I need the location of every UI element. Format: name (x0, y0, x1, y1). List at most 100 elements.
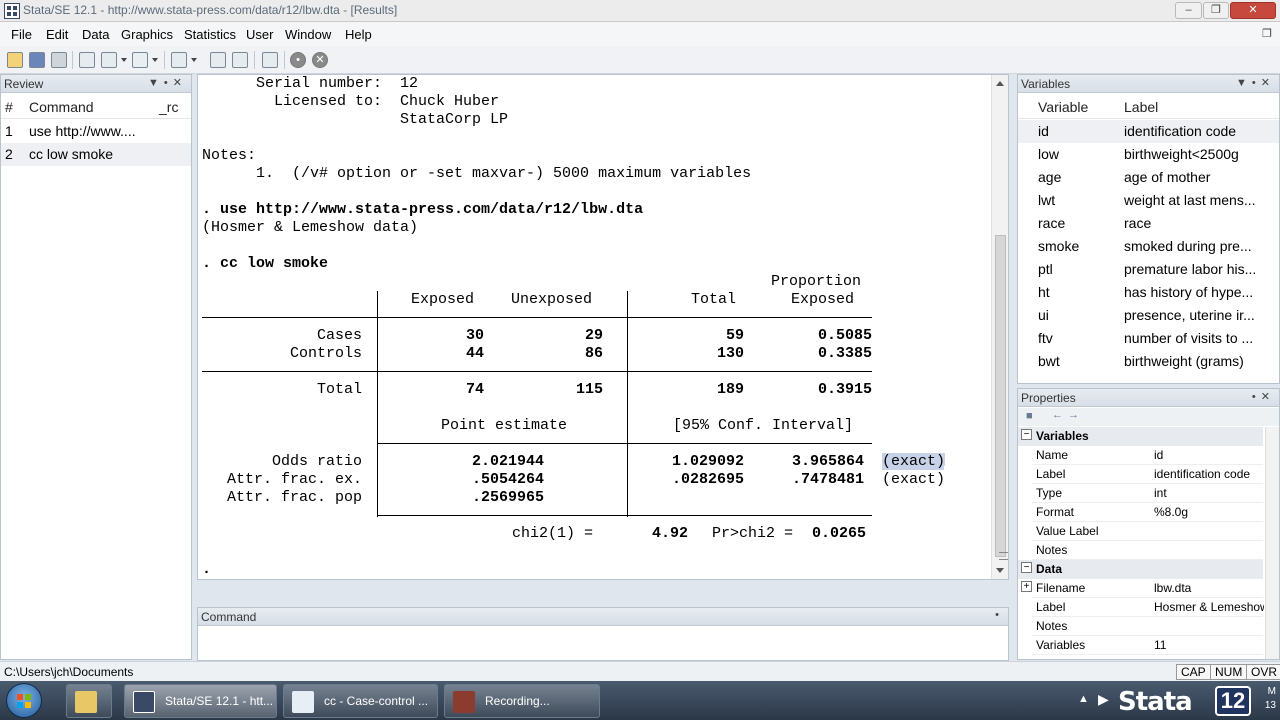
taskbar-item-stata[interactable]: Stata/SE 12.1 - htt... (124, 684, 277, 718)
menu-edit[interactable]: Edit (46, 27, 68, 42)
variable-row[interactable]: id identification code (1018, 120, 1279, 143)
forward-arrow-icon[interactable]: → (1068, 409, 1079, 421)
properties-group-data[interactable]: − Data (1018, 560, 1263, 579)
menu-graphics[interactable]: Graphics (121, 27, 173, 42)
panel-controls-icon[interactable]: ▼•✕ (148, 76, 187, 89)
variable-row[interactable]: smoke smoked during pre... (1018, 235, 1279, 258)
variable-row[interactable]: ui presence, uterine ir... (1018, 304, 1279, 327)
property-key: Name (1036, 448, 1069, 462)
property-key: Label (1036, 600, 1066, 614)
cursor-icon (944, 466, 952, 480)
clock[interactable]: M 13 (1240, 685, 1276, 713)
column-header-command[interactable]: Command (29, 99, 94, 115)
menu-user[interactable]: User (246, 27, 273, 42)
pin-icon[interactable]: • (995, 609, 1004, 621)
property-row[interactable]: Notes (1032, 541, 1263, 560)
taskbar-item-help[interactable]: cc - Case-control ... (283, 684, 438, 718)
restore-button[interactable]: ❐ (1203, 2, 1229, 19)
lock-icon[interactable]: ■ (1026, 410, 1033, 422)
property-value: 11 (1154, 638, 1167, 652)
property-row[interactable]: + Filename lbw.dta (1021, 579, 1263, 598)
chevron-down-icon[interactable] (191, 58, 197, 62)
variable-row[interactable]: ftv number of visits to ... (1018, 327, 1279, 350)
property-row[interactable]: Notes (1032, 617, 1263, 636)
open-icon[interactable] (7, 52, 23, 68)
results-scrollbar[interactable] (991, 75, 1008, 579)
chi2-value: 4.92 (652, 525, 689, 542)
p-value-label: Pr>chi2 = (712, 525, 794, 542)
show-hidden-icons-icon[interactable]: ▲ (1078, 693, 1089, 705)
property-row[interactable]: Label identification code (1032, 465, 1263, 484)
menu-help[interactable]: Help (345, 27, 372, 42)
scrollbar-thumb[interactable] (995, 235, 1008, 560)
stata-app-icon[interactable] (4, 3, 20, 19)
column-header-variable[interactable]: Variable (1038, 99, 1088, 115)
chevron-down-icon[interactable] (152, 58, 158, 62)
menu-statistics[interactable]: Statistics (184, 27, 236, 42)
review-row[interactable]: 2 cc low smoke (1, 143, 191, 166)
collapse-icon[interactable]: − (1021, 429, 1032, 440)
scroll-up-icon[interactable] (996, 81, 1004, 86)
results-window[interactable]: Serial number: 12 Licensed to: Chuck Hub… (197, 74, 1009, 580)
taskbar-item-recording[interactable]: Recording... (444, 684, 600, 718)
chevron-down-icon[interactable] (121, 58, 127, 62)
variable-row[interactable]: bwt birthweight (grams) (1018, 350, 1279, 373)
review-row[interactable]: 1 use http://www.... (1, 120, 191, 143)
property-row[interactable]: Name id (1032, 446, 1263, 465)
menu-window[interactable]: Window (285, 27, 331, 42)
results-line: Notes: (202, 147, 257, 164)
cell-cases-proportion: 0.5085 (817, 327, 872, 344)
start-button[interactable] (6, 683, 42, 718)
save-icon[interactable] (29, 52, 45, 68)
variable-label: age of mother (1124, 169, 1211, 185)
variables-panel-title: Variables (1021, 77, 1071, 91)
print-icon[interactable] (51, 52, 67, 68)
property-row[interactable]: Format %8.0g (1032, 503, 1263, 522)
properties-group-variables[interactable]: − Variables (1018, 427, 1263, 446)
network-icon[interactable]: ▶ (1098, 691, 1109, 708)
variable-row[interactable]: age age of mother (1018, 166, 1279, 189)
review-row-number: 2 (5, 146, 13, 162)
menu-data[interactable]: Data (82, 27, 109, 42)
review-row-command: use http://www.... (29, 123, 136, 139)
review-panel-header: Review ▼•✕ (1, 75, 191, 93)
variable-row[interactable]: lwt weight at last mens... (1018, 189, 1279, 212)
file-explorer-button[interactable] (66, 684, 112, 718)
property-row[interactable]: Variables 11 (1032, 636, 1263, 655)
variable-name: low (1038, 146, 1060, 162)
menu-file[interactable]: File (11, 27, 32, 42)
do-file-editor-icon[interactable] (171, 52, 187, 68)
results-line: (Hosmer & Lemeshow data) (202, 219, 419, 236)
column-header-rc[interactable]: _rc (159, 99, 178, 115)
scroll-down-icon[interactable] (996, 568, 1004, 573)
panel-controls-icon[interactable]: •✕ (1252, 390, 1275, 403)
results-command-echo: . use http://www.stata-press.com/data/r1… (202, 201, 644, 218)
back-arrow-icon[interactable]: ← (1052, 409, 1063, 421)
column-header-number[interactable]: # (5, 99, 13, 115)
properties-scrollbar[interactable] (1265, 427, 1279, 659)
log-icon[interactable] (79, 52, 95, 68)
property-row[interactable]: Type int (1032, 484, 1263, 503)
mdi-restore-icon[interactable]: ❐ (1262, 27, 1272, 40)
data-editor-browse-icon[interactable] (232, 52, 248, 68)
variables-manager-icon[interactable] (262, 52, 278, 68)
minimize-button[interactable]: – (1175, 2, 1202, 19)
graph-icon[interactable] (132, 52, 148, 68)
data-editor-edit-icon[interactable] (210, 52, 226, 68)
property-row[interactable]: Label Hosmer & Lemeshow (1032, 598, 1264, 617)
variable-row[interactable]: low birthweight<2500g (1018, 143, 1279, 166)
panel-controls-icon[interactable]: ▼•✕ (1236, 76, 1275, 89)
variable-row[interactable]: ptl premature labor his... (1018, 258, 1279, 281)
conf-interval-header: [95% Conf. Interval] (673, 417, 854, 434)
property-row[interactable]: Value Label (1032, 522, 1263, 541)
close-button[interactable]: ✕ (1230, 2, 1276, 19)
command-panel[interactable]: Command • (197, 607, 1009, 661)
collapse-icon[interactable]: − (1021, 562, 1032, 573)
break-icon[interactable]: ✕ (312, 52, 328, 68)
more-icon[interactable]: • (290, 52, 306, 68)
variable-row[interactable]: race race (1018, 212, 1279, 235)
variable-row[interactable]: ht has history of hype... (1018, 281, 1279, 304)
viewer-icon[interactable] (101, 52, 117, 68)
expand-icon[interactable]: + (1021, 581, 1032, 592)
column-header-label[interactable]: Label (1124, 99, 1158, 115)
